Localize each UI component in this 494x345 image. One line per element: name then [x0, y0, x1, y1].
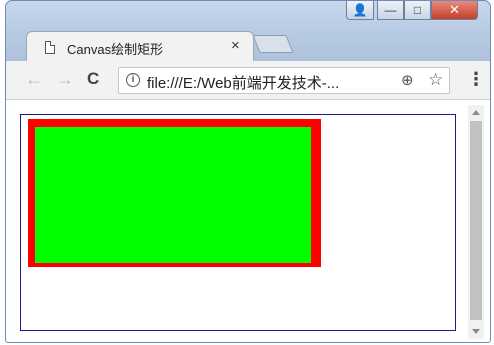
page-icon: [45, 41, 55, 54]
green-fill-rectangle: [35, 127, 311, 263]
user-icon: 👤: [352, 3, 368, 17]
new-tab-button[interactable]: [252, 35, 294, 53]
scrollbar-thumb[interactable]: [470, 121, 482, 320]
browser-toolbar: ← → C i file:///E:/Web前端开发技术-... ⊕ ☆ ⋮: [6, 61, 490, 100]
tab-active[interactable]: Canvas绘制矩形 ×: [26, 31, 254, 62]
url-text[interactable]: file:///E:/Web前端开发技术-...: [147, 72, 339, 93]
vertical-scrollbar[interactable]: [468, 105, 484, 339]
forward-arrow-icon[interactable]: →: [56, 69, 74, 89]
minimize-button[interactable]: —: [377, 1, 404, 20]
tab-strip: Canvas绘制矩形 × 👤 — □ ✕: [6, 1, 490, 62]
page-viewport: [6, 100, 490, 342]
maximize-button[interactable]: □: [404, 1, 431, 20]
info-icon[interactable]: i: [126, 73, 140, 87]
close-window-button[interactable]: ✕: [431, 1, 478, 20]
scroll-down-arrow-icon[interactable]: [472, 329, 480, 334]
menu-kebab-icon[interactable]: ⋮: [467, 69, 485, 89]
tab-title: Canvas绘制矩形: [67, 42, 164, 57]
address-bar[interactable]: i file:///E:/Web前端开发技术-... ⊕ ☆: [118, 67, 450, 94]
scroll-up-arrow-icon[interactable]: [472, 110, 480, 115]
bookmark-star-icon[interactable]: ☆: [428, 70, 443, 90]
user-button[interactable]: 👤: [346, 1, 374, 20]
minimize-icon: —: [384, 3, 397, 17]
back-arrow-icon[interactable]: ←: [25, 69, 43, 89]
reload-icon[interactable]: C: [87, 69, 99, 89]
close-icon: ✕: [449, 2, 460, 17]
tab-close-icon[interactable]: ×: [231, 37, 240, 55]
browser-window: Canvas绘制矩形 × 👤 — □ ✕ ← → C i file:///E:/…: [5, 0, 491, 343]
canvas-element: [20, 114, 456, 331]
maximize-icon: □: [413, 3, 422, 17]
zoom-icon[interactable]: ⊕: [401, 71, 414, 89]
